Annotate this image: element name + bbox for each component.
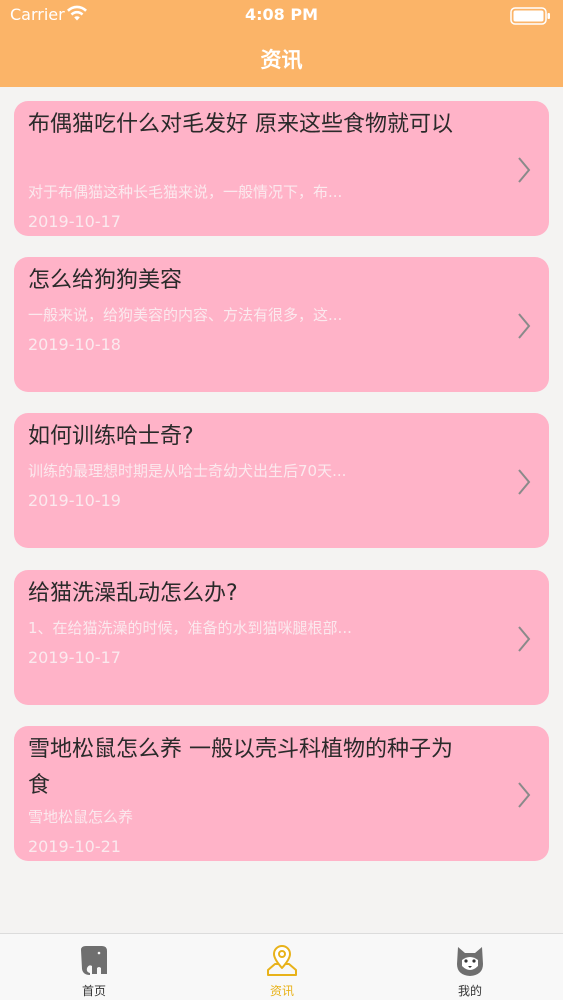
chevron-right-icon xyxy=(518,469,531,495)
battery-icon xyxy=(510,7,550,25)
article-date: 2019-10-18 xyxy=(28,335,121,354)
article-card[interactable]: 如何训练哈士奇? 训练的最理想时期是从哈士奇幼犬出生后70天... 2019-1… xyxy=(14,413,549,548)
tab-home[interactable]: 首页 xyxy=(0,934,188,1000)
article-title: 雪地松鼠怎么养 一般以壳斗科植物的种子为食 xyxy=(28,737,453,798)
article-title: 如何训练哈士奇? xyxy=(28,424,194,449)
article-card[interactable]: 布偶猫吃什么对毛发好 原来这些食物就可以 对于布偶猫这种长毛猫来说，一般情况下，… xyxy=(14,101,549,236)
tab-mine[interactable]: 我的 xyxy=(376,934,563,1000)
chevron-right-icon xyxy=(518,157,531,183)
chevron-right-icon xyxy=(518,313,531,339)
article-summary: 1、在给猫洗澡的时候，准备的水到猫咪腿根部... xyxy=(28,619,352,637)
article-title: 布偶猫吃什么对毛发好 原来这些食物就可以 xyxy=(28,112,453,137)
location-pin-icon xyxy=(267,945,297,976)
status-bar: Carrier 4:08 PM xyxy=(0,0,563,30)
article-summary: 对于布偶猫这种长毛猫来说，一般情况下，布... xyxy=(28,183,343,201)
article-summary: 雪地松鼠怎么养 xyxy=(28,808,134,826)
article-date: 2019-10-17 xyxy=(28,212,121,231)
news-screen: Carrier 4:08 PM 资讯 布偶猫吃什么对毛发好 原来这些食物就可以 … xyxy=(0,0,563,1000)
tab-label: 我的 xyxy=(457,984,482,998)
article-title: 给猫洗澡乱动怎么办? xyxy=(28,581,238,606)
tab-bar: 首页 资讯 我的 xyxy=(0,933,563,1000)
article-date: 2019-10-21 xyxy=(28,837,121,856)
husky-icon xyxy=(457,947,483,976)
elephant-icon xyxy=(81,946,107,975)
article-card[interactable]: 怎么给狗狗美容 一般来说，给狗美容的内容、方法有很多，这... 2019-10-… xyxy=(14,257,549,392)
chevron-right-icon xyxy=(518,626,531,652)
article-date: 2019-10-17 xyxy=(28,648,121,667)
article-summary: 一般来说，给狗美容的内容、方法有很多，这... xyxy=(28,306,343,324)
article-title: 怎么给狗狗美容 xyxy=(28,268,183,293)
article-date: 2019-10-19 xyxy=(28,491,121,510)
article-summary: 训练的最理想时期是从哈士奇幼犬出生后70天... xyxy=(28,462,347,480)
tab-label: 资讯 xyxy=(269,984,294,998)
page-title: 资讯 xyxy=(260,48,303,72)
clock-time: 4:08 PM xyxy=(244,5,318,24)
article-card[interactable]: 给猫洗澡乱动怎么办? 1、在给猫洗澡的时候，准备的水到猫咪腿根部... 2019… xyxy=(14,570,549,705)
tab-news[interactable]: 资讯 xyxy=(188,934,376,1000)
header-bar: Carrier 4:08 PM 资讯 xyxy=(0,0,563,87)
chevron-right-icon xyxy=(518,782,531,808)
tab-label: 首页 xyxy=(81,984,106,998)
article-card[interactable]: 雪地松鼠怎么养 一般以壳斗科植物的种子为食 雪地松鼠怎么养 2019-10-21 xyxy=(14,726,549,861)
